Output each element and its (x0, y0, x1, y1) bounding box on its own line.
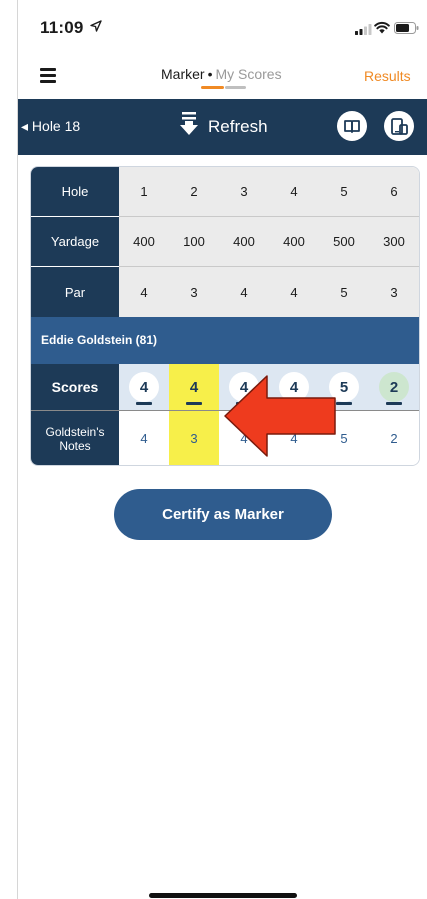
score-cell[interactable]: 4 (169, 364, 219, 410)
note-value: 3 (190, 431, 198, 446)
yardage-value: 500 (333, 234, 355, 249)
par-cells: 4 3 4 4 5 3 (119, 267, 419, 317)
scores-row-label: Scores (31, 364, 119, 410)
hole-number: 6 (390, 184, 398, 199)
hole-number: 3 (240, 184, 248, 199)
home-indicator[interactable] (149, 893, 297, 898)
previous-hole-button[interactable]: ◂ Hole 18 (21, 118, 80, 135)
hole-number: 5 (340, 184, 348, 199)
status-bar: 11:09 (18, 0, 427, 50)
player-name: Eddie Goldstein (81) (41, 333, 158, 347)
score-value[interactable]: 4 (129, 372, 159, 402)
par-value: 4 (140, 284, 148, 300)
score-underline (386, 402, 402, 405)
battery-icon (394, 22, 419, 34)
yardage-row: Yardage 400 100 400 400 500 300 (31, 217, 419, 266)
certify-as-marker-button[interactable]: Certify as Marker (114, 489, 332, 540)
par-row: Par 4 3 4 4 5 3 (31, 267, 419, 317)
yardage-value: 400 (283, 234, 305, 249)
my-scores-tab[interactable]: My Scores (215, 66, 281, 82)
book-icon[interactable] (337, 111, 367, 141)
par-row-label: Par (31, 267, 119, 317)
hole-number: 4 (290, 184, 298, 199)
score-cell[interactable]: 2 (369, 364, 419, 410)
refresh-arrow-icon[interactable] (178, 111, 200, 137)
score-value[interactable]: 4 (179, 372, 209, 402)
marker-myscores-toggle[interactable]: Marker • My Scores (161, 66, 282, 82)
location-arrow-icon (90, 20, 102, 32)
score-underline (186, 402, 202, 405)
note-value: 2 (369, 411, 419, 465)
hole-row: Hole 1 2 3 4 5 6 (31, 167, 419, 216)
player-header: Eddie Goldstein (81) (31, 317, 419, 364)
yardage-value: 100 (183, 234, 205, 249)
hole-number: 1 (140, 184, 148, 199)
score-underline (136, 402, 152, 405)
tab-separator: • (207, 66, 213, 82)
par-value: 3 (390, 284, 398, 300)
hole-cells: 1 2 3 4 5 6 (119, 167, 419, 216)
score-value[interactable]: 2 (379, 372, 409, 402)
hole-row-label: Hole (31, 167, 119, 216)
par-value: 4 (290, 284, 298, 300)
red-arrow-annotation (224, 375, 336, 457)
hole-number: 2 (190, 184, 198, 199)
app-screen: 11:09 Marker • My Scores Results ◂ Hole … (18, 0, 427, 899)
status-time: 11:09 (40, 18, 84, 37)
yardage-cells: 400 100 400 400 500 300 (119, 217, 419, 266)
score-underline (336, 402, 352, 405)
yardage-value: 300 (383, 234, 405, 249)
par-value: 5 (340, 284, 348, 300)
yardage-value: 400 (233, 234, 255, 249)
signal-icon (355, 24, 372, 35)
refresh-button[interactable]: Refresh (208, 117, 268, 137)
device-icon[interactable] (384, 111, 414, 141)
yardage-row-label: Yardage (31, 217, 119, 266)
par-value: 3 (190, 284, 198, 300)
par-value: 4 (240, 284, 248, 300)
yardage-value: 400 (133, 234, 155, 249)
active-tab-indicator (201, 86, 224, 89)
hole-nav-bar: ◂ Hole 18 Refresh (18, 99, 427, 155)
score-cell[interactable]: 4 (119, 364, 169, 410)
inactive-tab-indicator (225, 86, 246, 89)
hamburger-menu-icon[interactable] (40, 68, 56, 83)
wifi-icon (374, 21, 390, 34)
device-bezel-left (0, 0, 18, 899)
note-value: 4 (119, 411, 169, 465)
results-link[interactable]: Results (364, 68, 411, 84)
marker-tab[interactable]: Marker (161, 66, 205, 82)
notes-row-label: Goldstein's Notes (31, 411, 119, 465)
